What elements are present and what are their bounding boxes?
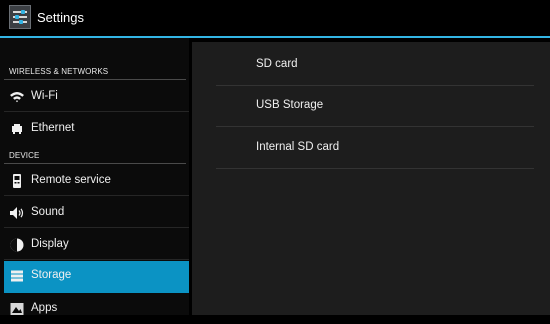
storage-item-label: USB Storage [256,99,324,111]
wifi-icon [10,92,24,103]
settings-sidebar: WIRELESS & NETWORKS Wi-Fi Ethernet DEVIC… [0,38,189,315]
storage-item-sd-card[interactable]: SD card [216,45,534,86]
speaker-icon [10,207,24,219]
sidebar-item-ethernet[interactable]: Ethernet [4,114,189,144]
sidebar-item-label: Display [31,238,69,250]
sidebar-item-display[interactable]: Display [4,230,189,260]
slider-knob [15,15,19,19]
section-header-device: DEVICE [9,151,40,160]
settings-sliders-icon[interactable] [9,5,31,29]
sidebar-item-label: Ethernet [31,122,75,134]
storage-detail-pane: SD card USB Storage Internal SD card [192,42,550,315]
section-header-rule [4,79,186,80]
sidebar-item-remote-service[interactable]: Remote service [4,166,189,196]
slider-knob [19,20,23,24]
section-header-wireless: WIRELESS & NETWORKS [9,67,109,76]
sidebar-item-label: Sound [31,206,65,218]
storage-icon [11,270,23,282]
display-icon [10,238,24,252]
remote-icon [13,174,21,188]
storage-item-usb-storage[interactable]: USB Storage [216,86,534,127]
sidebar-item-wifi[interactable]: Wi-Fi [4,82,189,112]
sidebar-item-sound[interactable]: Sound [4,198,189,228]
app-title: Settings [37,10,84,25]
sidebar-item-label: Remote service [31,174,111,186]
storage-item-label: SD card [256,58,298,70]
sidebar-item-label: Apps [31,302,58,314]
sidebar-item-storage[interactable]: Storage [4,261,189,293]
storage-item-label: Internal SD card [256,141,340,153]
sidebar-item-apps[interactable]: Apps [4,294,189,324]
sidebar-item-label: Storage [31,269,72,281]
action-bar: Settings [0,0,550,36]
slider-knob [21,10,25,14]
ethernet-icon [12,124,22,134]
section-header-rule [4,163,186,164]
storage-item-internal-sd-card[interactable]: Internal SD card [216,128,534,169]
sidebar-item-label: Wi-Fi [31,90,58,102]
